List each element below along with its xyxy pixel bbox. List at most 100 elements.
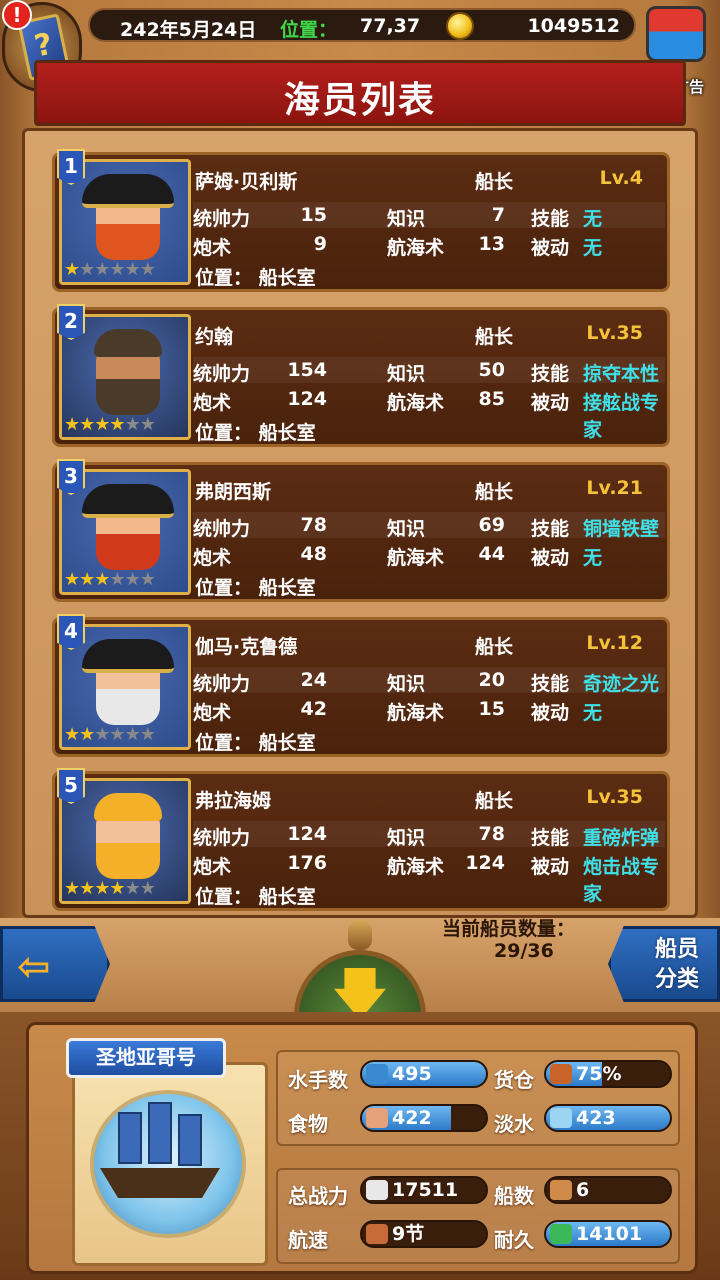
sailors-value: 495 [392,1063,432,1085]
passive-label: 被动 [531,702,570,724]
passive-value[interactable]: 无 [583,543,602,570]
cargo-bar: 75% [544,1060,672,1088]
crew-role: 船长 [475,481,514,503]
gunnery-label: 炮术 [193,237,232,259]
star-rating: ★★★★★★ [64,260,192,280]
skill-value[interactable]: 铜墙铁壁 [583,514,659,541]
passive-value[interactable]: 炮击战专家 [583,852,665,906]
crew-level: Lv.4 [599,167,643,189]
star-icon: ★ [64,569,80,590]
rank-badge: 5 [57,768,85,804]
stat-row-1: 统帅力 78 知识 69 技能 铜墙铁壁 [193,512,665,541]
stat-row-2: 炮术 48 航海术 44 被动无 [193,541,665,570]
sailor-icon [366,1064,388,1084]
navigation-label: 航海术 [387,392,445,414]
leadership-label: 统帅力 [193,673,251,695]
classify-line-1: 船员 [654,937,699,962]
passive-value[interactable]: 接舷战专家 [583,388,665,442]
star-icon: ★ [64,724,80,745]
water-label: 淡水 [494,1112,534,1136]
passive-value[interactable]: 无 [583,698,602,725]
gunnery-label: 炮术 [193,702,232,724]
sailboat-icon [366,1224,388,1244]
position-value: 77,37 [360,15,421,37]
star-icon: ★ [79,878,95,899]
hair-icon [94,329,162,357]
star-icon: ★ [124,414,141,435]
crew-classify-button[interactable]: 船员 分类 [608,926,720,1002]
star-icon: ★ [109,569,125,590]
crew-card[interactable]: ★★★★★★ 1 萨姆·贝利斯 船长 Lv.4 统帅力 15 知识 7 技能无炮术 9 航海术 13 被动… [52,149,670,292]
crew-name: 弗拉海姆 [195,790,272,812]
skill-value[interactable]: 掠夺本性 [583,359,659,386]
passive-label: 被动 [531,547,570,569]
crew-count-value: 29/36 [494,940,554,962]
knowledge-label: 知识 [387,827,426,849]
skill-value[interactable]: 无 [583,204,602,231]
crew-role: 船长 [475,636,514,658]
crew-level: Lv.35 [586,786,643,808]
skill-label: 技能 [531,827,570,849]
star-icon: ★ [109,724,125,745]
navigation-label: 航海术 [387,237,445,259]
classify-button-label: 船员 分类 [635,935,719,995]
star-icon: ★ [139,569,156,590]
star-icon: ★ [79,724,95,745]
star-icon: ★ [139,414,156,435]
stat-row-2: 炮术 9 航海术 13 被动无 [193,231,665,260]
knowledge-label: 知识 [387,363,426,385]
rank-badge: 4 [57,614,85,650]
star-icon: ★ [109,878,125,899]
crew-card[interactable]: ★★★★★★ 4 伽马·克鲁德 船长 Lv.12 统帅力 24 知识 20 技能 奇迹之光 炮术 42 航… [52,614,670,757]
crew-level: Lv.21 [586,477,643,499]
navigation-value: 15 [478,698,505,720]
water-icon [550,1108,572,1128]
navigation-label: 航海术 [387,547,445,569]
ship-hull-icon [100,1168,220,1198]
navigation-value: 124 [465,852,505,874]
ship-sail-icon [118,1112,142,1164]
water-value: 423 [576,1107,616,1129]
knowledge-value: 78 [478,823,505,845]
leadership-label: 统帅力 [193,208,251,230]
crew-location: 位置： 船长室 [195,267,316,289]
star-icon: ★ [124,878,141,899]
sailors-bar: 495 [360,1060,488,1088]
star-icon: ★ [124,569,141,590]
ship-sail-icon [178,1114,202,1166]
crew-role: 船长 [475,790,514,812]
crew-name: 弗朗西斯 [195,481,272,503]
crew-role: 船长 [475,171,514,193]
crew-name: 萨姆·贝利斯 [195,171,298,193]
treasure-chest-icon [646,6,706,62]
star-icon: ★ [124,724,141,745]
crew-card[interactable]: ★★★★★★ 5 弗拉海姆 船长 Lv.35 统帅力 124 知识 78 技能 重磅炸弹 炮术 176 航… [52,768,670,911]
leadership-value: 154 [287,359,327,381]
skill-label: 技能 [531,208,570,230]
crew-level: Lv.35 [586,322,643,344]
navigation-label: 航海术 [387,856,445,878]
cargo-label: 货仓 [494,1068,534,1092]
skill-label: 技能 [531,673,570,695]
gold-coin-icon [446,12,474,40]
leadership-value: 78 [300,514,327,536]
knowledge-value: 20 [478,669,505,691]
crew-location: 位置： 船长室 [195,886,316,908]
sailors-label: 水手数 [288,1068,348,1092]
knowledge-label: 知识 [387,518,426,540]
navigation-label: 航海术 [387,702,445,724]
passive-value[interactable]: 无 [583,233,602,260]
gunnery-label: 炮术 [193,547,232,569]
crew-role: 船长 [475,326,514,348]
gunnery-value: 176 [287,852,327,874]
alert-icon: ! [2,0,32,30]
food-bar: 422 [360,1104,488,1132]
back-button[interactable]: ⇦ [0,926,110,1002]
passive-label: 被动 [531,237,570,259]
skill-value[interactable]: 奇迹之光 [583,669,659,696]
star-icon: ★ [124,259,141,280]
crew-card[interactable]: ★★★★★★ 2 约翰 船长 Lv.35 统帅力 154 知识 50 技能 掠夺本性 炮术 124 航海术… [52,304,670,447]
skill-value[interactable]: 重磅炸弹 [583,823,659,850]
star-icon: ★ [94,569,110,590]
crew-card[interactable]: ★★★★★★ 3 弗朗西斯 船长 Lv.21 统帅力 78 知识 69 技能 铜墙铁壁 炮术 48 航海术… [52,459,670,602]
